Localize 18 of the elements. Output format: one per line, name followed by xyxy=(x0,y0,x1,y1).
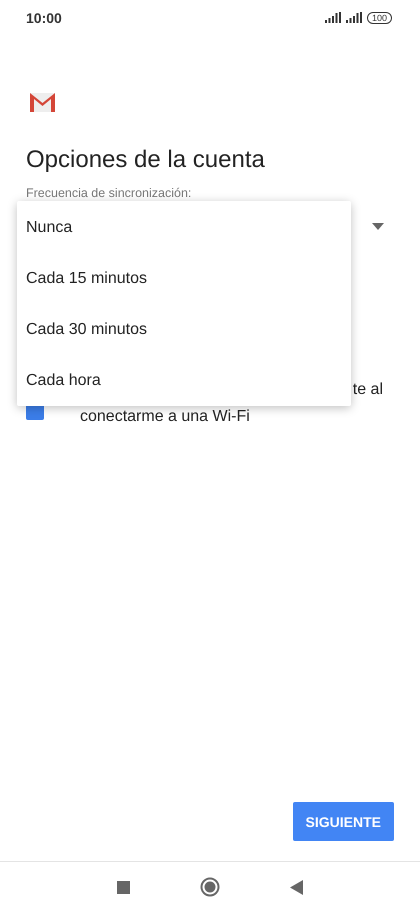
option-text: conectarme a una Wi-Fi xyxy=(80,408,250,426)
menu-item[interactable]: Cada 30 minutos xyxy=(17,304,351,355)
home-icon[interactable] xyxy=(200,877,220,897)
menu-item[interactable]: Cada 15 minutos xyxy=(17,253,351,304)
battery-indicator: 100 xyxy=(366,12,392,24)
mail-logo-icon xyxy=(30,93,55,112)
clock: 10:00 xyxy=(26,10,62,26)
signal-icon xyxy=(324,12,341,23)
back-icon[interactable] xyxy=(290,880,303,894)
menu-item[interactable]: Cada hora xyxy=(17,355,351,406)
dropdown-caret-icon xyxy=(372,223,384,230)
option-text: te al xyxy=(352,381,383,399)
page-title: Opciones de la cuenta xyxy=(26,146,266,174)
signal-icon xyxy=(346,12,362,23)
recent-apps-icon[interactable] xyxy=(117,880,130,894)
menu-item[interactable]: Nunca xyxy=(17,202,351,253)
field-label: Frecuencia de sincronización: xyxy=(26,186,192,200)
next-button[interactable]: SIGUIENTE xyxy=(292,802,394,841)
